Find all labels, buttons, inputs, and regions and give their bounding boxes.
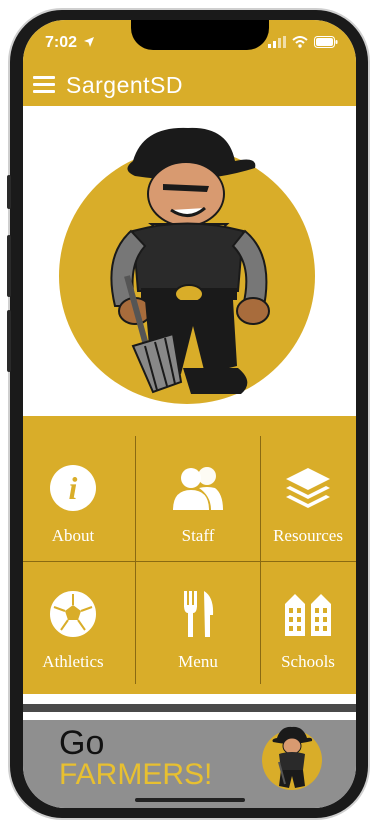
volume-down-button (7, 310, 11, 372)
tile-schools-label: Schools (281, 652, 335, 671)
tile-menu-label: Menu (178, 652, 218, 671)
tile-resources[interactable]: Resources (260, 438, 356, 562)
home-indicator[interactable] (135, 798, 245, 802)
battery-icon (314, 35, 338, 53)
info-icon: i (49, 462, 97, 514)
mute-switch (7, 175, 11, 209)
divider-stripe (23, 712, 356, 720)
wifi-icon (292, 35, 308, 53)
status-icons (268, 35, 338, 53)
tile-schools[interactable]: Schools (260, 564, 356, 688)
soccer-ball-icon (49, 588, 97, 640)
fork-knife-icon (180, 588, 216, 640)
layers-icon (284, 462, 332, 514)
status-time: 7:02 (45, 34, 78, 51)
tile-staff-label: Staff (181, 526, 215, 545)
tile-athletics[interactable]: Athletics (23, 564, 135, 688)
svg-text:i: i (69, 470, 78, 506)
tile-staff[interactable]: Staff (136, 438, 260, 562)
farmer-mascot-mini-logo (262, 726, 322, 790)
camera-notch (131, 20, 269, 50)
hamburger-menu-icon[interactable] (33, 76, 55, 94)
divider-stripe (23, 694, 356, 704)
app-bar: SargentSD (23, 66, 356, 106)
hero-banner (23, 106, 356, 416)
people-icon (173, 462, 223, 514)
tile-about-label: About (51, 526, 95, 545)
go-farmers-banner[interactable]: Go FARMERS! (23, 720, 356, 808)
volume-up-button (7, 235, 11, 297)
divider-stripe (23, 704, 356, 712)
menu-grid: i About Staff Resources Athletics Menu S… (23, 416, 356, 694)
tile-menu[interactable]: Menu (136, 564, 260, 688)
banner-farmers-text: FARMERS! (59, 758, 213, 791)
location-arrow-icon (83, 35, 95, 53)
tile-resources-label: Resources (273, 526, 343, 545)
app-title: SargentSD (66, 72, 184, 98)
app-screen: 7:02 SargentSD i About Staff Resources A… (23, 20, 356, 808)
farmer-mascot-logo (59, 127, 315, 404)
buildings-icon (283, 588, 333, 640)
tile-about[interactable]: i About (23, 438, 135, 562)
signal-bars-icon (268, 35, 286, 53)
tile-athletics-label: Athletics (42, 652, 104, 671)
